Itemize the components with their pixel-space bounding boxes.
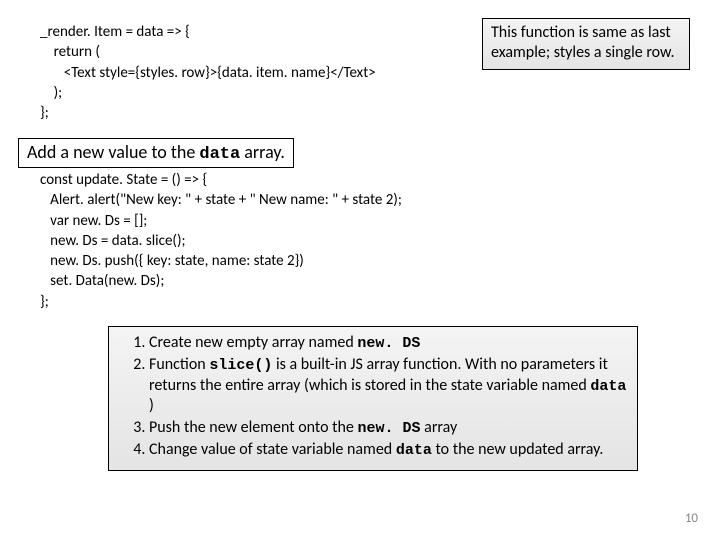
steps-callout: Create new empty array named new. DS Fun…	[108, 326, 638, 471]
steps-list: Create new empty array named new. DS Fun…	[123, 333, 627, 461]
step-mono: data	[590, 378, 626, 395]
step-mono: new. DS	[358, 420, 421, 437]
step-mono: slice()	[209, 357, 272, 374]
step-2: Function slice() is a built-in JS array …	[149, 355, 627, 417]
page-number: 10	[685, 511, 698, 526]
step-3: Push the new element onto the new. DS ar…	[149, 418, 627, 439]
step-text: array	[421, 418, 458, 437]
code-block-update-state: const update. State = () => { Alert. ale…	[40, 170, 402, 312]
callout-text: This function is same as last example; s…	[491, 23, 674, 62]
step-4: Change value of state variable named dat…	[149, 440, 627, 461]
step-mono: new. DS	[357, 335, 420, 352]
callout-function-note: This function is same as last example; s…	[482, 18, 690, 70]
heading-prefix: Add a new value to the	[27, 141, 199, 163]
step-1: Create new empty array named new. DS	[149, 333, 627, 354]
heading-add-value: Add a new value to the data array.	[18, 138, 294, 168]
step-text: to the new updated array.	[432, 440, 604, 459]
step-text: Push the new element onto the	[149, 418, 358, 437]
heading-suffix: array.	[240, 141, 285, 163]
code-block-render-item: _render. Item = data => { return ( <Text…	[40, 22, 376, 123]
step-text: )	[149, 396, 154, 415]
step-text: Function	[149, 355, 209, 374]
step-text: Change value of state variable named	[149, 440, 396, 459]
step-text: Create new empty array named	[149, 333, 357, 352]
heading-mono: data	[199, 145, 240, 164]
step-mono: data	[396, 442, 432, 459]
